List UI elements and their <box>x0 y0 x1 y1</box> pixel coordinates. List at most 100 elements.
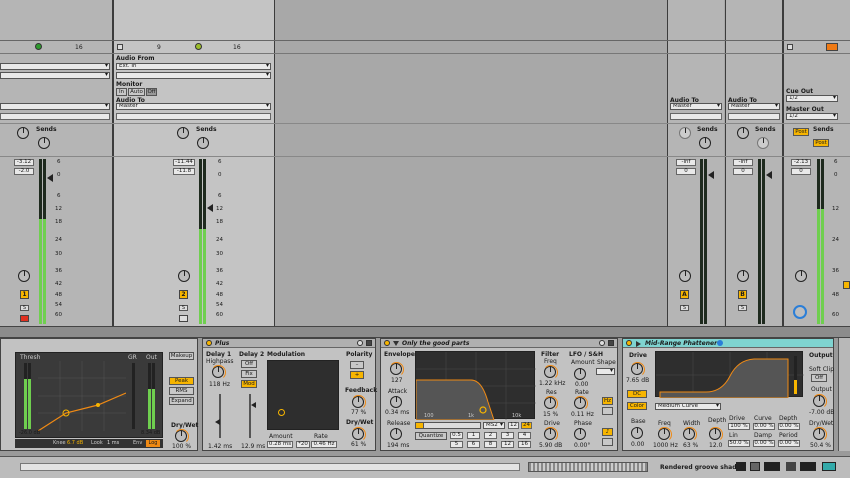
release-knob[interactable] <box>390 428 402 440</box>
freq-value[interactable]: 1.22 kHz <box>539 380 565 387</box>
collapse-chevron-icon[interactable] <box>636 341 641 347</box>
out-value[interactable]: 8.34 dB <box>141 430 160 436</box>
knee-value[interactable]: 6.7 dB <box>67 440 83 446</box>
output-channel-field[interactable] <box>0 113 110 120</box>
view-toggle-icon[interactable] <box>750 462 760 471</box>
volume-fader-handle[interactable] <box>708 171 714 179</box>
volume-field[interactable]: -2.0 <box>14 168 34 175</box>
audio-to-dropdown[interactable]: Master <box>728 103 780 110</box>
dc-button[interactable]: DC <box>627 390 647 398</box>
dry-wet-knob[interactable] <box>351 427 366 442</box>
amount-field[interactable]: 0.28 ms <box>267 441 293 448</box>
curve-type-dropdown[interactable]: Medium Curve <box>655 403 721 410</box>
phase-knob[interactable] <box>574 428 586 440</box>
base-value[interactable]: 0.00 <box>631 441 644 448</box>
lfo-amount-value[interactable]: 0.00 <box>575 381 588 388</box>
output-channel-field[interactable] <box>116 113 271 120</box>
xy-pad-handle[interactable] <box>278 409 285 416</box>
dry-wet-value[interactable]: 100 % <box>172 443 191 450</box>
drive2-field[interactable]: 100 % <box>728 423 750 430</box>
solo-button[interactable]: S <box>20 305 29 311</box>
volume-field[interactable]: 0 <box>733 168 753 175</box>
quantize-step[interactable]: 2 <box>484 432 497 439</box>
delay1-time-value[interactable]: 1.42 ms <box>208 443 232 450</box>
device-on-icon[interactable] <box>206 340 212 346</box>
period-field[interactable]: 0.00 % <box>778 440 800 447</box>
release-value[interactable]: 194 ms <box>387 442 409 449</box>
record-arm-button[interactable] <box>20 315 29 322</box>
horizontal-scrollbar[interactable] <box>20 463 520 471</box>
res-knob[interactable] <box>543 396 558 411</box>
volume-field[interactable]: -11.8 <box>173 168 195 175</box>
lfo-amount-knob[interactable] <box>574 368 586 380</box>
record-arm-button[interactable] <box>179 315 188 322</box>
delay2-off-button[interactable]: Off <box>241 360 257 368</box>
device-menu-icon[interactable] <box>357 340 363 346</box>
master-out-dropdown[interactable]: 1/2 <box>786 113 838 120</box>
feedback-value[interactable]: 77 % <box>351 409 366 416</box>
monitor-auto-button[interactable]: Auto <box>128 88 145 96</box>
lfo-sync-button[interactable] <box>602 407 613 415</box>
device-on-icon[interactable] <box>626 340 632 346</box>
lfo-hz-button[interactable]: Hz <box>602 397 613 405</box>
lfo-rate-knob[interactable] <box>573 396 588 411</box>
volume-fader-handle[interactable] <box>47 174 53 182</box>
delay2-mod-button[interactable]: Mod <box>241 380 257 388</box>
delay1-slider-handle[interactable] <box>215 419 220 425</box>
send-a-knob[interactable] <box>737 127 749 139</box>
volume-fader-handle[interactable] <box>207 204 213 212</box>
filter-type-lowpass[interactable] <box>415 422 424 429</box>
collapse-chevron-icon[interactable] <box>393 341 399 346</box>
color-button[interactable]: Color <box>627 402 647 410</box>
depth-value[interactable]: 12.0 <box>709 442 722 449</box>
dry-wet-knob[interactable] <box>174 429 189 444</box>
send-b-knob[interactable] <box>699 137 711 149</box>
send-b-knob[interactable] <box>757 137 769 149</box>
base-knob[interactable] <box>631 427 643 439</box>
pan-knob[interactable] <box>795 270 807 282</box>
quantize-step[interactable]: 3 <box>501 432 514 439</box>
envelope-value[interactable]: 127 <box>391 377 402 384</box>
quantize-step[interactable]: 8 <box>484 441 497 448</box>
depth-knob[interactable] <box>708 427 723 442</box>
output-channel-field[interactable] <box>670 113 722 120</box>
highpass-value[interactable]: 118 Hz <box>209 381 230 388</box>
dry-wet-knob[interactable] <box>812 427 827 442</box>
view-toggle-icon[interactable] <box>800 462 816 471</box>
polarity-plus-button[interactable]: + <box>350 371 364 379</box>
quantize-step[interactable]: 1 <box>467 432 480 439</box>
post-button[interactable]: Post <box>793 128 809 136</box>
solo-button[interactable]: S <box>680 305 689 311</box>
rate-field[interactable]: 0.46 Hz <box>311 441 337 448</box>
monitor-in-button[interactable]: In <box>116 88 127 96</box>
stop-square-icon[interactable] <box>787 44 793 50</box>
filter-circuit-dropdown[interactable]: MS2 <box>483 422 505 429</box>
pan-knob[interactable] <box>178 270 190 282</box>
audio-to-dropdown[interactable]: Master <box>116 103 271 110</box>
pan-knob[interactable] <box>737 270 749 282</box>
quantize-step[interactable]: 4 <box>518 432 531 439</box>
slope-12-button[interactable]: 12 <box>508 422 519 429</box>
track-activator-button[interactable]: 1 <box>20 290 29 299</box>
output-knob[interactable] <box>812 394 827 409</box>
play-indicator-icon[interactable] <box>35 43 42 50</box>
dry-wet-value[interactable]: 61 % <box>351 441 366 448</box>
lin-field[interactable]: 50.0 % <box>728 440 750 447</box>
delay2-time-slider[interactable] <box>249 394 251 438</box>
damp-field[interactable]: 0.00 % <box>753 440 775 447</box>
width-value[interactable]: 63 % <box>683 442 698 449</box>
pan-knob[interactable] <box>679 270 691 282</box>
send-a-knob[interactable] <box>177 127 189 139</box>
waveshaper-display[interactable] <box>655 351 804 398</box>
monitor-off-button[interactable]: Off <box>146 88 157 96</box>
delay1-time-slider[interactable] <box>219 394 221 438</box>
filter-type-buttons[interactable] <box>415 422 481 429</box>
quantize-step[interactable]: 0.5 <box>450 432 463 439</box>
quantize-step[interactable]: 16 <box>518 441 531 448</box>
peak-button[interactable]: Peak <box>169 377 194 385</box>
audio-to-dropdown[interactable]: Master <box>670 103 722 110</box>
drive-value[interactable]: 7.65 dB <box>626 377 649 384</box>
return-activator-button[interactable]: A <box>680 290 689 299</box>
send-b-knob[interactable] <box>197 137 209 149</box>
play-indicator-icon[interactable] <box>195 43 202 50</box>
